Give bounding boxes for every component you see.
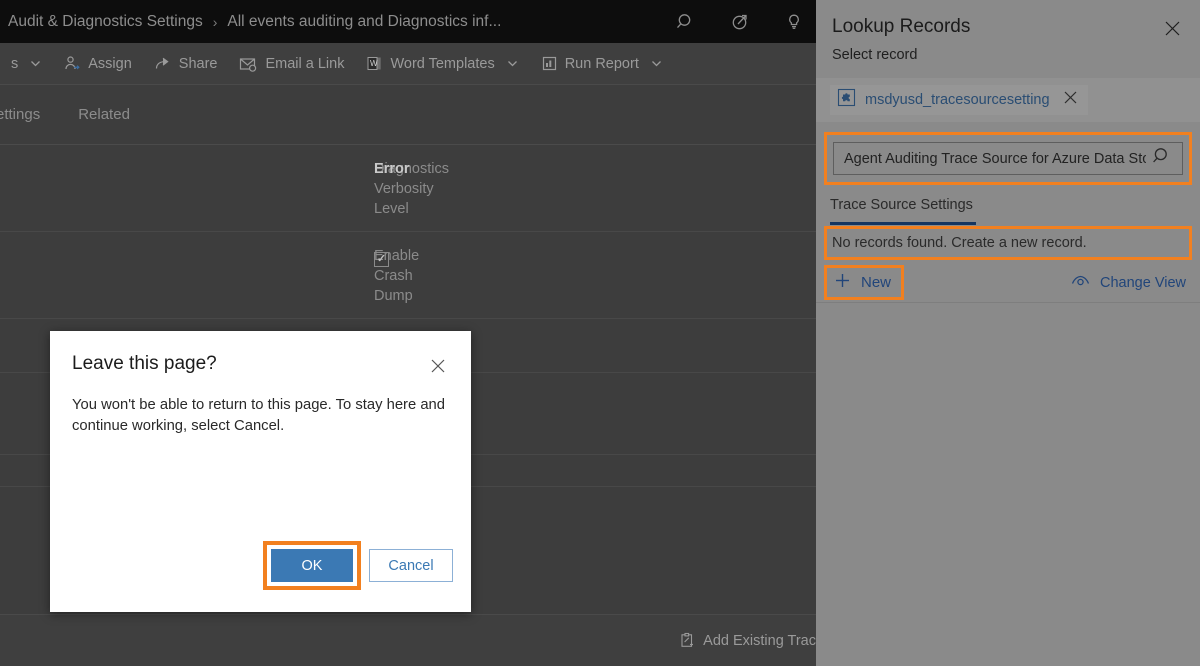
- word-templates-button[interactable]: W Word Templates: [355, 43, 529, 85]
- email-a-link-button[interactable]: Email a Link: [228, 43, 355, 85]
- form-row: Enable Crash Dump ✓: [0, 232, 816, 319]
- share-label: Share: [179, 56, 218, 72]
- cancel-button[interactable]: Cancel: [369, 549, 453, 582]
- ok-button-highlight: OK: [263, 541, 361, 590]
- lookup-panel-header: Lookup Records Select record: [816, 0, 1200, 63]
- command-overflow[interactable]: s: [0, 43, 53, 85]
- lookup-panel-subtitle: Select record: [832, 47, 1180, 63]
- close-icon[interactable]: [1063, 90, 1078, 110]
- dialog-title: Leave this page?: [72, 353, 217, 375]
- lookup-panel-title: Lookup Records: [832, 16, 1180, 38]
- eye-view-icon: [1070, 273, 1091, 293]
- leave-page-dialog: Leave this page? You won't be able to re…: [50, 331, 471, 612]
- lookup-search-box[interactable]: [833, 142, 1183, 175]
- change-view-button[interactable]: Change View: [1070, 273, 1186, 293]
- entity-filter-band: msdyusd_tracesourcesetting: [816, 78, 1200, 122]
- search-input[interactable]: [844, 151, 1146, 167]
- add-existing-record-icon: [679, 632, 696, 649]
- change-view-label: Change View: [1100, 275, 1186, 291]
- svg-text:W: W: [370, 59, 378, 68]
- add-existing-trace-label: Add Existing Trac: [703, 633, 816, 649]
- lookup-records-panel: Lookup Records Select record msdyusd_tra…: [816, 0, 1200, 666]
- tab-trace-source-settings[interactable]: Trace Source Settings: [830, 197, 976, 225]
- run-report-button[interactable]: Run Report: [530, 43, 674, 85]
- lookup-action-row: New Change View: [816, 263, 1200, 303]
- entity-puzzle-icon: [837, 88, 856, 112]
- new-button-highlight: New: [824, 265, 904, 300]
- breadcrumb: Audit & Diagnostics Settings › All event…: [0, 13, 501, 31]
- screen-root: Audit & Diagnostics Settings › All event…: [0, 0, 1200, 666]
- tab-related[interactable]: Related: [78, 106, 130, 123]
- form-row: Diagnostics Verbosity Level Error: [0, 145, 816, 232]
- top-bar-icon-group: [676, 0, 804, 43]
- assign-button[interactable]: Assign: [53, 43, 143, 85]
- empty-state-message: No records found. Create a new record.: [832, 232, 1184, 254]
- search-icon[interactable]: [1152, 146, 1172, 171]
- command-overflow-label: s: [11, 56, 18, 72]
- top-navigation-bar: Audit & Diagnostics Settings › All event…: [0, 0, 816, 43]
- ok-button[interactable]: OK: [271, 549, 353, 582]
- email-a-link-label: Email a Link: [265, 56, 344, 72]
- chevron-down-icon: [29, 57, 42, 70]
- dialog-footer: OK Cancel: [263, 541, 453, 590]
- form-tab-strip: Settings Related: [0, 85, 816, 145]
- lightbulb-icon[interactable]: [784, 12, 804, 32]
- field-value[interactable]: ✓: [374, 232, 389, 279]
- breadcrumb-current: All events auditing and Diagnostics inf.…: [227, 13, 501, 31]
- chevron-down-icon: [506, 57, 519, 70]
- chevron-right-icon: ›: [213, 14, 218, 30]
- word-doc-icon: W: [366, 55, 383, 72]
- share-button[interactable]: Share: [143, 43, 229, 85]
- share-icon: [154, 55, 172, 72]
- envelope-link-icon: [239, 56, 258, 72]
- chevron-down-icon: [650, 57, 663, 70]
- new-button[interactable]: New: [831, 269, 897, 296]
- dialog-message: You won't be able to return to this page…: [50, 379, 471, 437]
- add-existing-trace-button[interactable]: Add Existing Trac: [668, 620, 816, 662]
- dialog-title-row: Leave this page?: [50, 331, 471, 379]
- word-templates-label: Word Templates: [390, 56, 494, 72]
- run-report-label: Run Report: [565, 56, 639, 72]
- entity-chip-label: msdyusd_tracesourcesetting: [865, 92, 1050, 108]
- close-icon[interactable]: [425, 353, 451, 379]
- relevance-search-icon[interactable]: [730, 12, 750, 32]
- lookup-search-highlight: [824, 132, 1192, 185]
- tab-settings[interactable]: Settings: [0, 106, 40, 123]
- field-label: Enable Crash Dump: [0, 232, 374, 318]
- field-value[interactable]: Error: [374, 145, 409, 189]
- checkbox-checked-icon[interactable]: ✓: [374, 252, 389, 267]
- command-bar: s Assign: [0, 43, 816, 85]
- assign-label: Assign: [88, 56, 132, 72]
- new-button-label: New: [861, 274, 891, 291]
- close-icon[interactable]: [1158, 14, 1186, 42]
- field-label: Diagnostics Verbosity Level: [0, 145, 374, 231]
- search-icon[interactable]: [676, 12, 696, 32]
- empty-state-highlight: No records found. Create a new record.: [824, 226, 1192, 260]
- form-footer-bar: Add Existing Trac: [0, 614, 816, 666]
- entity-chip[interactable]: msdyusd_tracesourcesetting: [830, 85, 1088, 115]
- lookup-view-tab-strip: Trace Source Settings: [816, 185, 1200, 225]
- person-arrow-icon: [64, 55, 81, 72]
- breadcrumb-parent[interactable]: Audit & Diagnostics Settings: [8, 13, 203, 31]
- report-chart-icon: [541, 55, 558, 72]
- plus-icon: [833, 271, 852, 294]
